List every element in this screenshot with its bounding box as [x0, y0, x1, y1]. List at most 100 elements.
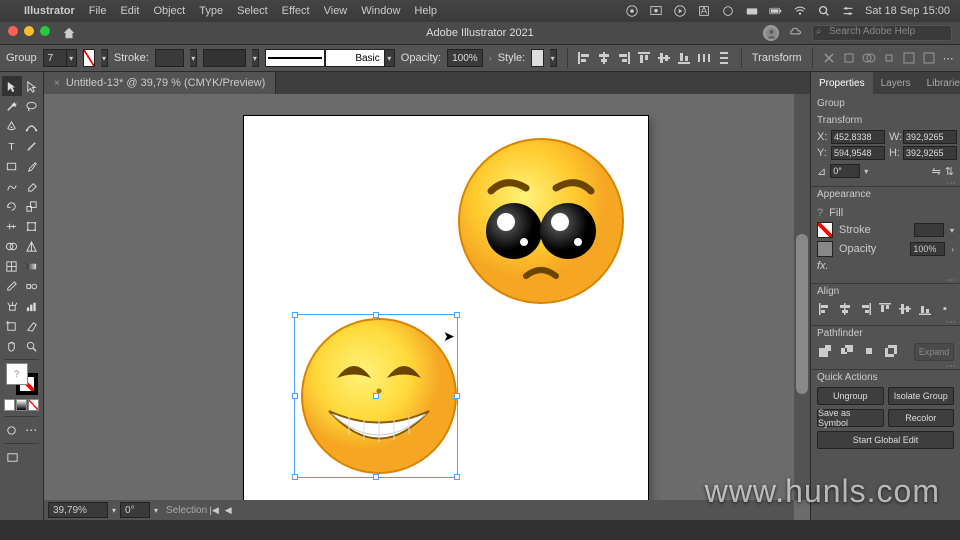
- hand-tool[interactable]: [2, 336, 22, 356]
- isolate-icon[interactable]: [822, 49, 836, 67]
- arrange-icon[interactable]: [902, 49, 916, 67]
- edit-icon[interactable]: [842, 49, 856, 67]
- align-to-icon[interactable]: ▪: [937, 301, 953, 317]
- lasso-tool[interactable]: [22, 96, 42, 116]
- home-icon[interactable]: [62, 26, 76, 40]
- close-window-button[interactable]: [8, 26, 18, 36]
- mask-icon[interactable]: [862, 49, 876, 67]
- align-right-prop-icon[interactable]: [857, 301, 873, 317]
- selection-tool[interactable]: [2, 76, 22, 96]
- eraser-tool[interactable]: [22, 176, 42, 196]
- stroke-weight-dropdown[interactable]: ▾: [190, 49, 197, 67]
- distribute-v-icon[interactable]: [717, 49, 731, 67]
- opacity-field-prop[interactable]: 100%: [910, 242, 945, 256]
- document-tab[interactable]: ×Untitled-13* @ 39,79 % (CMYK/Preview): [44, 72, 276, 94]
- none-mode[interactable]: [28, 399, 39, 411]
- tab-libraries[interactable]: Libraries: [919, 72, 960, 94]
- align-top-icon[interactable]: [637, 49, 651, 67]
- status-sync-icon[interactable]: [721, 4, 735, 18]
- fill-stroke-indicator[interactable]: ?: [6, 363, 38, 395]
- curvature-tool[interactable]: [22, 116, 42, 136]
- nav-first-icon[interactable]: |◀: [207, 505, 221, 516]
- distribute-h-icon[interactable]: [697, 49, 711, 67]
- close-tab-icon[interactable]: ×: [54, 78, 60, 89]
- stroke-weight-field[interactable]: [155, 49, 185, 67]
- isolate-group-button[interactable]: Isolate Group: [888, 387, 955, 405]
- fill-swatch[interactable]: [83, 49, 95, 67]
- fill-dropdown[interactable]: ▾: [101, 49, 108, 67]
- pen-tool[interactable]: [2, 116, 22, 136]
- menu-file[interactable]: File: [89, 5, 107, 17]
- transform-label[interactable]: Transform: [752, 52, 802, 64]
- align-center-h-icon[interactable]: [597, 49, 611, 67]
- minus-front-icon[interactable]: [839, 343, 855, 359]
- menu-type[interactable]: Type: [199, 5, 223, 17]
- status-battery-icon[interactable]: [769, 4, 783, 18]
- save-symbol-button[interactable]: Save as Symbol: [817, 409, 884, 427]
- w-field[interactable]: [903, 130, 957, 144]
- perspective-tool[interactable]: [22, 236, 42, 256]
- maximize-window-button[interactable]: [40, 26, 50, 36]
- more-icon[interactable]: ⋯: [942, 49, 954, 67]
- screen-mode[interactable]: [2, 447, 22, 467]
- fx-label[interactable]: fx.: [817, 260, 829, 272]
- ungroup-button[interactable]: Ungroup: [817, 387, 884, 405]
- status-search-icon[interactable]: [817, 4, 831, 18]
- flip-v-icon[interactable]: ⇅: [945, 165, 954, 178]
- status-play-icon[interactable]: [673, 4, 687, 18]
- menu-edit[interactable]: Edit: [120, 5, 139, 17]
- start-global-edit-button[interactable]: Start Global Edit: [817, 431, 954, 449]
- eyedropper-tool[interactable]: [2, 276, 22, 296]
- style-dropdown[interactable]: ▾: [550, 49, 557, 67]
- align-right-icon[interactable]: [617, 49, 631, 67]
- menu-object[interactable]: Object: [153, 5, 185, 17]
- scale-tool[interactable]: [22, 196, 42, 216]
- intersect-icon[interactable]: [861, 343, 877, 359]
- line-tool[interactable]: [22, 136, 42, 156]
- search-adobe-help[interactable]: Search Adobe Help: [812, 25, 952, 41]
- gradient-mode[interactable]: [16, 399, 27, 411]
- status-screen-icon[interactable]: [649, 4, 663, 18]
- status-wifi-icon[interactable]: [793, 4, 807, 18]
- width-tool[interactable]: [2, 216, 22, 236]
- angle-field[interactable]: [830, 164, 860, 178]
- mesh-tool[interactable]: [2, 256, 22, 276]
- align-left-prop-icon[interactable]: [817, 301, 833, 317]
- menu-select[interactable]: Select: [237, 5, 268, 17]
- selection-bounding-box[interactable]: [294, 314, 458, 478]
- slice-tool[interactable]: [22, 316, 42, 336]
- tab-layers[interactable]: Layers: [873, 72, 919, 94]
- status-keyboard-icon[interactable]: [745, 4, 759, 18]
- shaper-tool[interactable]: [2, 176, 22, 196]
- edit-toolbar[interactable]: ⋯: [22, 420, 42, 440]
- symbol-sprayer-tool[interactable]: [2, 296, 22, 316]
- paintbrush-tool[interactable]: [22, 156, 42, 176]
- zoom-tool[interactable]: [22, 336, 42, 356]
- align-bottom-icon[interactable]: [677, 49, 691, 67]
- rotate-tool[interactable]: [2, 196, 22, 216]
- x-field[interactable]: [831, 130, 885, 144]
- align-top-prop-icon[interactable]: [877, 301, 893, 317]
- chevron-right-icon[interactable]: ›: [489, 53, 492, 63]
- magic-wand-tool[interactable]: [2, 96, 22, 116]
- status-control-center-icon[interactable]: [841, 4, 855, 18]
- opacity-field[interactable]: 100%: [447, 49, 483, 67]
- gradient-tool[interactable]: [22, 256, 42, 276]
- align-vcenter-prop-icon[interactable]: [897, 301, 913, 317]
- pathfinder-more-icon[interactable]: ⋯: [946, 361, 956, 372]
- align-bottom-prop-icon[interactable]: [917, 301, 933, 317]
- cloud-icon[interactable]: [789, 25, 802, 41]
- fill-size-field[interactable]: 7: [43, 49, 67, 67]
- h-field[interactable]: [903, 146, 957, 160]
- stroke-weight-prop[interactable]: [914, 223, 944, 237]
- color-mode[interactable]: [4, 399, 15, 411]
- rotation-field[interactable]: 0°: [120, 502, 150, 518]
- select-similar-icon[interactable]: [922, 49, 936, 67]
- flip-h-icon[interactable]: ⇋: [932, 165, 941, 178]
- crop-icon[interactable]: [882, 49, 896, 67]
- blend-tool[interactable]: [22, 276, 42, 296]
- exclude-icon[interactable]: [883, 343, 899, 359]
- type-tool[interactable]: T: [2, 136, 22, 156]
- menu-help[interactable]: Help: [414, 5, 437, 17]
- user-avatar-icon[interactable]: [763, 25, 779, 41]
